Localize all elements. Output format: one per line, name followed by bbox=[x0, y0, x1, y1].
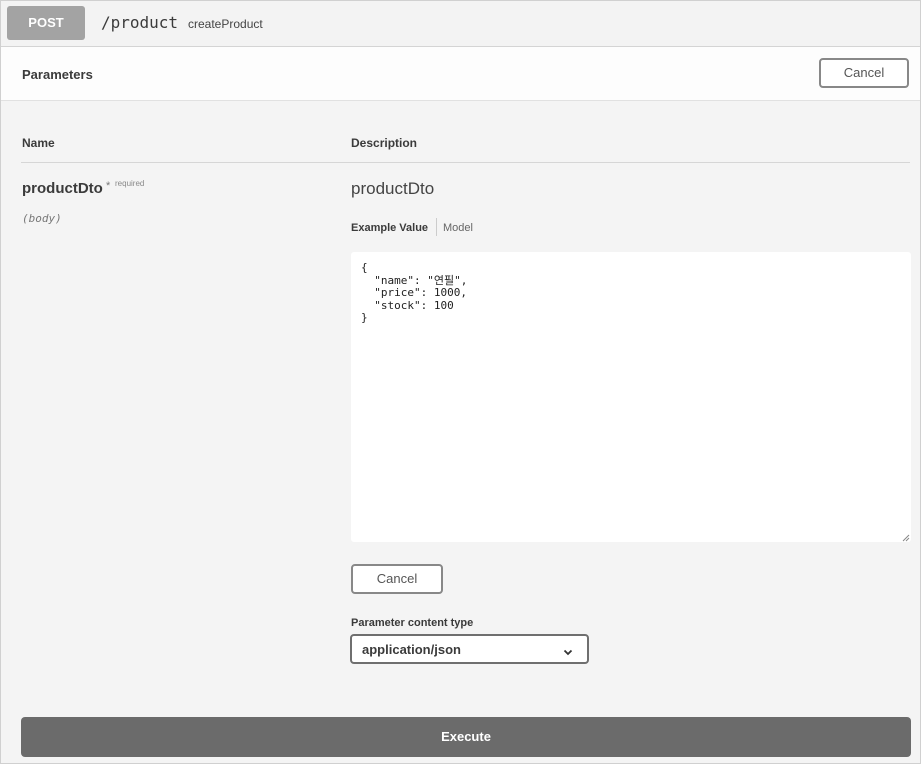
operation-block: POST /product createProduct Parameters C… bbox=[0, 0, 921, 764]
parameter-name: productDto bbox=[22, 180, 103, 197]
tab-divider bbox=[436, 218, 437, 236]
operation-summary[interactable]: POST /product createProduct bbox=[1, 1, 920, 47]
cancel-button[interactable]: Cancel bbox=[351, 564, 443, 594]
required-star: * bbox=[106, 180, 111, 192]
content-type-label: Parameter content type bbox=[351, 617, 474, 629]
column-header-name: Name bbox=[22, 136, 55, 150]
execute-button[interactable]: Execute bbox=[21, 717, 911, 757]
request-body-editor[interactable]: { "name": "연필", "price": 1000, "stock": … bbox=[351, 252, 911, 542]
column-header-description: Description bbox=[351, 136, 418, 150]
parameter-location: (body) bbox=[22, 212, 62, 225]
cancel-try-out-button[interactable]: Cancel bbox=[819, 58, 909, 88]
content-type-value: application/json bbox=[362, 642, 461, 657]
endpoint-path: /product bbox=[101, 13, 179, 32]
chevron-down-icon bbox=[563, 644, 573, 656]
parameters-title: Parameters bbox=[22, 67, 93, 82]
content-type-select[interactable]: application/json bbox=[350, 634, 589, 664]
tab-model[interactable]: Model bbox=[443, 222, 473, 234]
required-label: required bbox=[115, 179, 145, 188]
table-divider bbox=[21, 162, 910, 163]
parameters-header: Parameters Cancel bbox=[1, 47, 920, 101]
operation-id: createProduct bbox=[188, 17, 263, 31]
tab-example-value[interactable]: Example Value bbox=[351, 222, 428, 234]
parameter-description: productDto bbox=[351, 179, 435, 198]
http-method-badge: POST bbox=[7, 6, 85, 40]
resize-grip-icon[interactable] bbox=[900, 532, 910, 545]
